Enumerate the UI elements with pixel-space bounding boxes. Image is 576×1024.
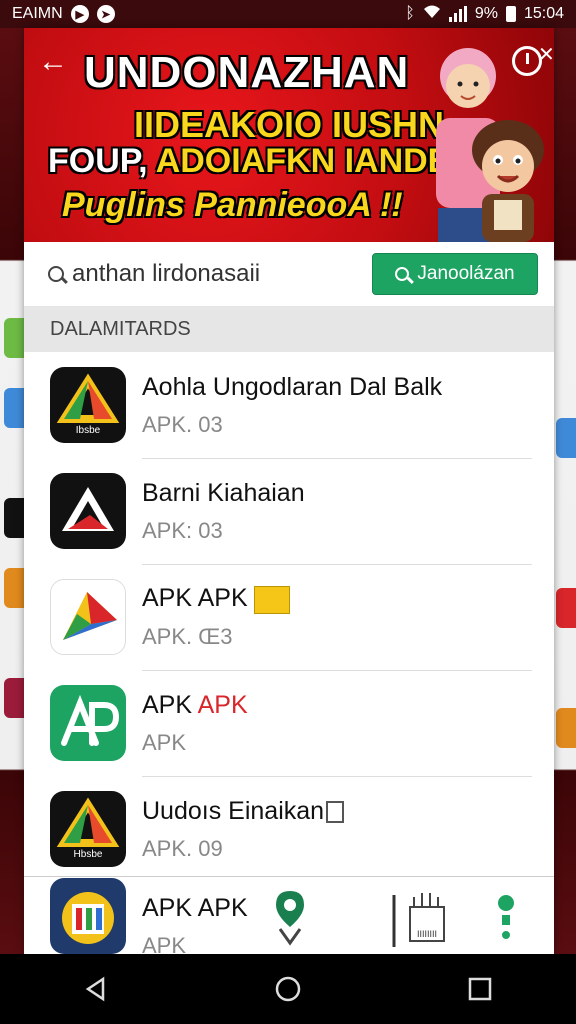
search-icon (48, 266, 64, 282)
clock: 15:04 (523, 5, 564, 22)
bluetooth-icon: ᛒ (405, 5, 415, 22)
svg-text:Hbsbe: Hbsbe (74, 849, 103, 860)
svg-text:Ibsbe: Ibsbe (76, 425, 101, 436)
app-version: APK: 03 (142, 517, 223, 543)
app-version: APK. 09 (142, 835, 223, 861)
home-icon[interactable] (268, 969, 308, 1009)
list-item[interactable]: Hbsbe Uudoıs Einaikan APK. 09 (24, 776, 554, 882)
app-list: Ibsbe Aohla Ungodlaran Dal Balk APK. 03 … (24, 352, 554, 882)
person-icon (498, 895, 514, 939)
banner-subtitle: IIDEAKOIO IUSHN, (134, 104, 455, 145)
svg-text:IIIIIIII: IIIIIIII (417, 929, 437, 939)
signal-icon (448, 6, 467, 22)
app-icon (50, 877, 126, 954)
list-item[interactable]: Barni Kiahaian APK: 03 (24, 458, 554, 564)
status-bar: EAIMN ▶ ➤ ᛒ 9% 15:04 (0, 0, 576, 28)
battery-icon (505, 6, 516, 22)
app-version: APK. Œ3 (142, 623, 233, 649)
search-value: anthan lirdonasaii (72, 260, 261, 287)
system-nav-bar (0, 954, 576, 1024)
toolbar-icons: IIIIIIII (276, 891, 514, 947)
search-button-label: Janoolázan (417, 263, 515, 284)
navigation-icon: ➤ (96, 5, 115, 23)
map-pin-icon (276, 891, 304, 946)
app-icon (50, 579, 126, 655)
app-name: APK APK (142, 894, 248, 922)
battery-percent: 9% (474, 5, 498, 22)
app-icon (50, 473, 126, 549)
list-item[interactable]: APK APK APK (24, 670, 554, 776)
search-icon (395, 267, 410, 281)
search-button[interactable]: Janoolázan (372, 253, 538, 295)
wifi-icon (423, 5, 441, 24)
promo-banner: ← UNDONAZHAN IIDEAKOIO IUSHN, FOUP, ADOI… (24, 28, 554, 242)
banner-tagline: FOUP, ADOIAFKN IANDEA (48, 142, 475, 181)
search-field[interactable]: anthan lirdonasaii (48, 260, 372, 288)
banner-slogan: Puglins PannieooA !! (62, 186, 403, 224)
app-search-sheet: ← UNDONAZHAN IIDEAKOIO IUSHN, FOUP, ADOI… (24, 28, 554, 954)
list-item[interactable]: APK APK APK. Œ3 (24, 564, 554, 670)
back-icon[interactable] (76, 969, 116, 1009)
banner-tagline-white: FOUP, (48, 142, 148, 180)
back-arrow-icon[interactable]: ← (38, 46, 70, 78)
list-item[interactable]: APK APK APK IIIIIIII (24, 876, 554, 954)
recents-icon[interactable] (460, 969, 500, 1009)
app-icon (50, 685, 126, 761)
banner-title: UNDONAZHAN (84, 48, 410, 97)
boy-mascot-icon (472, 120, 544, 242)
app-icon: Hbsbe (50, 791, 126, 867)
carrier-label: EAIMN (12, 5, 63, 22)
play-icon: ▶ (70, 5, 89, 23)
list-item[interactable]: Ibsbe Aohla Ungodlaran Dal Balk APK. 03 (24, 352, 554, 458)
app-name: Aohla Ungodlaran Dal Balk (142, 372, 443, 401)
app-version: APK. 03 (142, 411, 223, 437)
badge-icon (326, 800, 345, 823)
app-version: APK (142, 729, 187, 755)
app-name: APK APK (142, 584, 290, 614)
app-name: APK APK (142, 690, 248, 719)
building-icon: IIIIIIII (392, 893, 445, 947)
section-header: DALAMITARDS (24, 306, 554, 352)
app-name: Barni Kiahaian (142, 478, 305, 507)
close-icon[interactable]: ✕ (538, 42, 554, 67)
app-version: APK (142, 933, 187, 954)
badge-icon (253, 585, 290, 614)
search-bar: anthan lirdonasaii Janoolázan (24, 242, 554, 306)
app-icon: Ibsbe (50, 367, 126, 443)
app-name: Uudoıs Einaikan (142, 797, 345, 826)
